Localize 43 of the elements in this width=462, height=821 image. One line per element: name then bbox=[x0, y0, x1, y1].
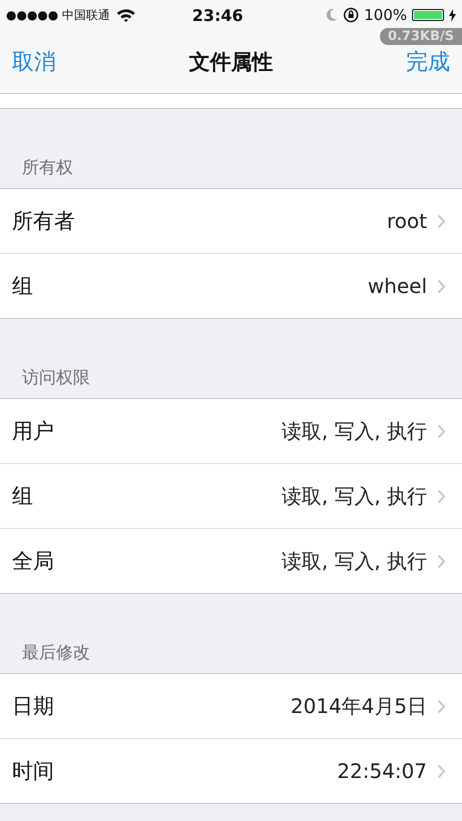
row-value: root bbox=[386, 209, 427, 233]
row-label: 所有者 bbox=[12, 208, 75, 235]
chevron-icon bbox=[437, 424, 446, 438]
list-row[interactable]: 组 读取, 写入, 执行 bbox=[0, 463, 462, 528]
battery-icon bbox=[412, 9, 444, 21]
section-header: 最后修改 bbox=[22, 642, 90, 664]
row-label: 日期 bbox=[12, 693, 54, 720]
section-header: 访问权限 bbox=[22, 367, 90, 389]
row-label: 时间 bbox=[12, 758, 54, 785]
status-time: 23:46 bbox=[192, 6, 244, 24]
charging-bolt-icon bbox=[449, 8, 456, 22]
list-row[interactable]: 组 wheel bbox=[0, 253, 462, 318]
wifi-icon bbox=[116, 8, 136, 22]
row-value: 2014年4月5日 bbox=[290, 692, 427, 720]
chevron-icon bbox=[437, 488, 446, 504]
section-header: 所有权 bbox=[22, 157, 73, 179]
screen-title: 文件属性 bbox=[189, 48, 273, 76]
row-value: wheel bbox=[368, 274, 427, 298]
rotation-lock-icon bbox=[343, 7, 360, 23]
row-value: 22:54:07 bbox=[337, 759, 427, 783]
list-row[interactable]: 所有者 root bbox=[0, 189, 462, 253]
list-row[interactable]: 全局 读取, 写入, 执行 bbox=[0, 528, 462, 593]
row-label: 全局 bbox=[12, 548, 54, 575]
chevron-icon bbox=[437, 278, 446, 294]
row-label: 用户 bbox=[12, 418, 54, 445]
carrier-name: ●●●●● 中国联通 bbox=[6, 6, 110, 24]
chevron-icon bbox=[437, 764, 446, 778]
chevron-icon bbox=[437, 554, 446, 568]
done-button[interactable]: 完成 bbox=[406, 46, 450, 76]
list-row[interactable]: 日期 2014年4月5日 bbox=[0, 674, 462, 738]
list-row[interactable]: 时间 22:54:07 bbox=[0, 738, 462, 803]
chevron-icon bbox=[437, 698, 446, 714]
battery-percent: 100% bbox=[364, 6, 407, 24]
moon-icon bbox=[326, 8, 338, 22]
row-label: 组 bbox=[12, 483, 33, 510]
network-speed-badge: 0.73KB/S bbox=[380, 28, 462, 45]
list-row[interactable]: 用户 读取, 写入, 执行 bbox=[0, 399, 462, 463]
row-value: 读取, 写入, 执行 bbox=[282, 548, 427, 574]
row-value: 读取, 写入, 执行 bbox=[282, 482, 427, 510]
cancel-button[interactable]: 取消 bbox=[12, 46, 56, 76]
row-label: 组 bbox=[12, 273, 33, 300]
chevron-icon bbox=[437, 214, 446, 228]
row-value: 读取, 写入, 执行 bbox=[282, 418, 427, 444]
